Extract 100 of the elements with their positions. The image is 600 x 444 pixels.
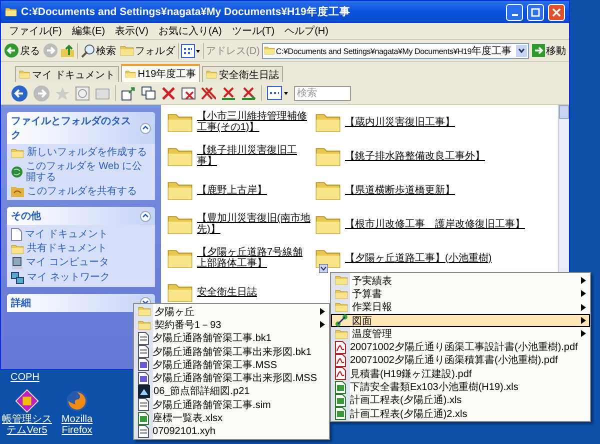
folder-icon xyxy=(315,214,341,234)
computer-icon xyxy=(11,256,23,270)
folder-name[interactable]: 【県道横断歩道橋更新】 xyxy=(345,184,455,196)
search-button[interactable]: 検索 xyxy=(80,44,117,58)
tab[interactable]: マイ ドキュメント xyxy=(15,66,119,82)
menu-item[interactable]: 温度管理 xyxy=(331,327,590,340)
browser-icon[interactable] xyxy=(65,389,89,413)
window-title: C:¥Documents and Settings¥nagata¥My Documents¥H19年度工事 xyxy=(21,5,352,19)
task-link[interactable]: このフォルダを Web に公開する xyxy=(26,160,151,184)
folder-name[interactable]: 【蔵内川災害復旧工事】 xyxy=(345,116,455,128)
task-link[interactable]: 新しいフォルダを作成する xyxy=(27,147,147,158)
folder-name[interactable]: 安全衛生日誌 xyxy=(197,286,257,298)
scroll-down-icon[interactable] xyxy=(319,264,328,273)
folder-name[interactable]: 【豊加川災害復旧(南市地先)】 xyxy=(197,213,312,235)
network-icon xyxy=(11,272,24,284)
menu-item[interactable]: 見積書(H19鎌ヶ江建設).pdf xyxy=(331,367,590,380)
collapse-icon[interactable] xyxy=(140,210,151,222)
close-button[interactable] xyxy=(548,4,565,20)
maximize-button[interactable] xyxy=(527,4,544,20)
tab[interactable]: H19年度工事 xyxy=(120,64,200,82)
file-icon xyxy=(138,345,149,358)
folder-name[interactable]: 【小市三川維持管理補修工事(その1)】 xyxy=(197,111,312,133)
spreadsheet-icon xyxy=(335,380,346,394)
folder-icon xyxy=(138,306,151,317)
menu-item[interactable]: 夕陽丘通路舗管渠工事.MSS xyxy=(134,358,329,372)
close-all-icon[interactable] xyxy=(201,86,216,100)
menu-item[interactable]: 07092101.xyh xyxy=(134,424,329,438)
go-button[interactable]: 移動 xyxy=(531,44,567,58)
folder-name[interactable]: 【夕陽ヶ丘道路7号線舗上部路体工事】 xyxy=(197,247,312,269)
pdf-icon xyxy=(335,340,346,354)
document-icon xyxy=(138,372,149,385)
menu-item[interactable]: 作業日報 xyxy=(331,300,590,314)
menu-item[interactable]: 20071002夕陽丘通り函渠積算書(小池重樹).pdf xyxy=(331,354,590,368)
task-link[interactable]: このフォルダを共有する xyxy=(27,186,137,197)
desktop-icon-label[interactable]: Mozilla Firefox xyxy=(52,414,102,436)
folder-icon xyxy=(138,320,151,330)
folder-icon xyxy=(335,288,348,300)
arrow-icon xyxy=(532,44,545,57)
back-icon[interactable] xyxy=(11,84,28,102)
task-link[interactable]: マイ コンピュータ xyxy=(26,257,109,269)
new-window-icon[interactable] xyxy=(121,86,136,100)
task-link[interactable]: マイ ネットワーク xyxy=(27,272,110,284)
menu-item[interactable]: 座標一覧表.xlsx xyxy=(134,411,329,425)
folder-name[interactable]: 【根市川改修工事 護岸改修復旧工事】 xyxy=(345,218,525,230)
close-window-icon[interactable] xyxy=(181,86,196,100)
up-folder-icon[interactable] xyxy=(60,43,75,58)
menu-item[interactable]: お気に入り(A) xyxy=(158,24,222,38)
dropdown-icon[interactable] xyxy=(516,44,527,56)
desktop-icon-label[interactable]: COPH xyxy=(10,372,40,383)
menu-item[interactable]: 20071002夕陽丘通り函渠工事設計書(小池重樹).pdf xyxy=(331,340,590,354)
menu-item[interactable]: 夕陽丘通路舗管渠工事.bk1 xyxy=(134,332,329,345)
tab[interactable]: 安全衛生日誌 xyxy=(202,66,284,82)
folders-button[interactable]: フォルダ xyxy=(119,44,176,58)
close-left-icon[interactable] xyxy=(221,86,236,100)
panel-header[interactable]: ファイルとフォルダのタスク xyxy=(7,112,155,144)
folder-icon xyxy=(167,146,193,166)
menu-item[interactable]: 契約番号1－93 xyxy=(134,318,329,332)
task-link[interactable]: 共有ドキュメント xyxy=(27,243,107,254)
view-menu-icon[interactable] xyxy=(267,86,289,100)
folder-name[interactable]: 【銚子排水路整備改良工事外】 xyxy=(345,150,485,162)
menu-item[interactable]: ヘルプ(H) xyxy=(284,24,328,38)
document-icon xyxy=(11,228,22,241)
pdf-icon xyxy=(335,367,346,380)
minimize-button[interactable] xyxy=(506,4,523,20)
views-icon[interactable] xyxy=(181,44,201,58)
close-icon[interactable] xyxy=(161,86,176,100)
menu-item[interactable]: 予実績表 xyxy=(331,274,590,288)
app-icon[interactable] xyxy=(15,389,39,413)
menu-item[interactable]: 計画工程表(夕陽丘通)2.xls xyxy=(331,406,590,420)
folder-name[interactable]: 【鹿野上古岸】 xyxy=(197,184,267,196)
folder-name[interactable]: 【夕陽ヶ丘道路工事】(小池重樹) xyxy=(345,252,492,264)
panel-header[interactable]: 詳細 xyxy=(7,294,155,312)
menu-item[interactable]: ツール(T) xyxy=(232,24,275,38)
task-link[interactable]: マイ ドキュメント xyxy=(25,228,108,240)
search-field[interactable]: 検索 xyxy=(294,86,351,100)
folder-icon xyxy=(315,112,341,132)
menu-item[interactable]: 夕陽丘通路舗管渠工事出来形図.MSS xyxy=(134,371,329,385)
menu-item[interactable]: 編集(E) xyxy=(72,24,106,38)
desktop-icon-label[interactable]: 帳管理システムVer5 xyxy=(2,414,52,436)
document-icon xyxy=(138,358,149,372)
search-icon xyxy=(81,44,95,58)
back-button[interactable]: 戻る xyxy=(3,43,41,58)
folder-icon xyxy=(5,7,17,17)
close-right-icon[interactable] xyxy=(241,86,256,100)
windows-icon[interactable] xyxy=(141,86,156,100)
menu-item[interactable]: 夕陽丘通路舗管渠工事.sim xyxy=(134,398,329,412)
menu-item[interactable]: 予算書 xyxy=(331,287,590,301)
menu-item[interactable]: 図面 xyxy=(331,314,590,328)
address-field[interactable]: C:¥Documents and Settings¥nagata¥My Documents¥H19年度工事 xyxy=(262,42,529,58)
collapse-icon[interactable] xyxy=(140,122,151,134)
menu-item[interactable]: 表示(V) xyxy=(115,24,148,38)
menu-item[interactable]: 06_節点部詳細図.p21 xyxy=(134,384,329,398)
panel-header[interactable]: その他 xyxy=(7,207,155,225)
shortcut-icon xyxy=(335,314,348,328)
menu-item[interactable]: 夕陽丘通路舗管渠工事出来形図.bk1 xyxy=(134,344,329,358)
folder-name[interactable]: 【銚子排川災害復旧工事】 xyxy=(197,145,312,167)
star-icon[interactable] xyxy=(55,86,70,100)
menu-item[interactable]: 計画工程表(夕陽丘通).xls xyxy=(331,394,590,407)
menu-item[interactable]: ファイル(F) xyxy=(9,24,62,38)
menu-item[interactable]: 下請安全書類Ex103小池重樹(H19).xls xyxy=(331,380,590,394)
